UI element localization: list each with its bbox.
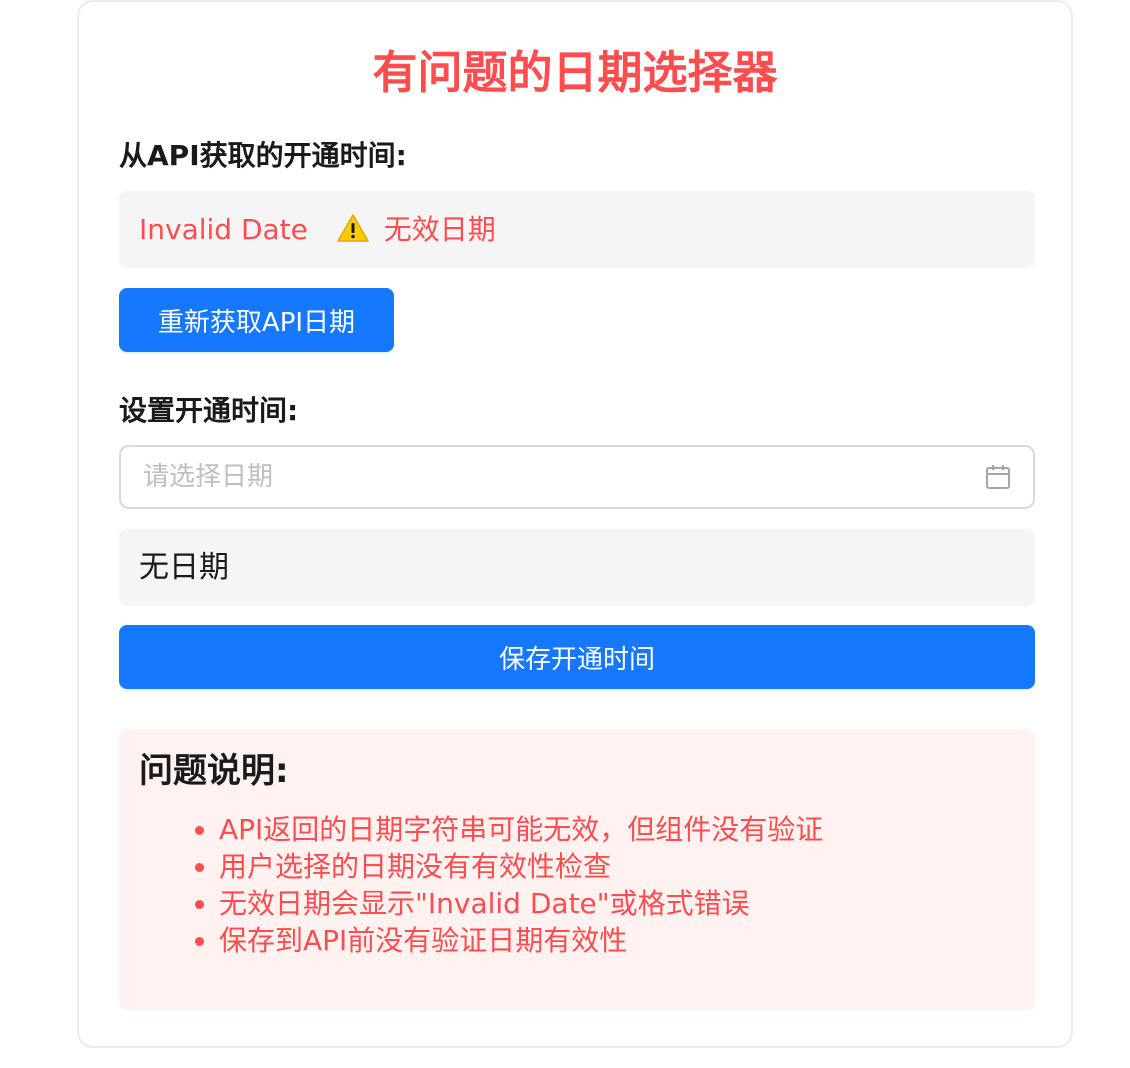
selected-date-display: 无日期 <box>119 529 1035 606</box>
api-date-value: Invalid Date <box>139 213 308 246</box>
set-section-label: 设置开通时间: <box>119 394 299 427</box>
list-item: 无效日期会显示"Invalid Date"或格式错误 <box>219 885 1015 922</box>
list-item: 用户选择的日期没有有效性检查 <box>219 848 1015 885</box>
problem-title: 问题说明: <box>139 751 289 791</box>
api-date-display: Invalid Date 无效日期 <box>119 191 1035 268</box>
warning-triangle-icon <box>337 191 369 268</box>
api-section-label: 从API获取的开通时间: <box>119 139 407 172</box>
list-item: 保存到API前没有验证日期有效性 <box>219 922 1015 959</box>
list-item: API返回的日期字符串可能无效，但组件没有验证 <box>219 811 1015 848</box>
refetch-api-date-button[interactable]: 重新获取API日期 <box>119 288 394 352</box>
api-warning-text: 无效日期 <box>383 213 496 246</box>
problem-list: API返回的日期字符串可能无效，但组件没有验证 用户选择的日期没有有效性检查 无… <box>139 811 1015 959</box>
save-activation-time-button[interactable]: 保存开通时间 <box>119 625 1035 689</box>
calendar-icon[interactable] <box>985 464 1011 490</box>
date-picker[interactable] <box>119 445 1035 509</box>
page-title: 有问题的日期选择器 <box>372 46 778 99</box>
date-input[interactable] <box>143 447 943 507</box>
problem-description-box: 问题说明: API返回的日期字符串可能无效，但组件没有验证 用户选择的日期没有有… <box>119 729 1035 1010</box>
date-picker-card: 有问题的日期选择器 从API获取的开通时间: Invalid Date 无效日期… <box>77 0 1073 1048</box>
